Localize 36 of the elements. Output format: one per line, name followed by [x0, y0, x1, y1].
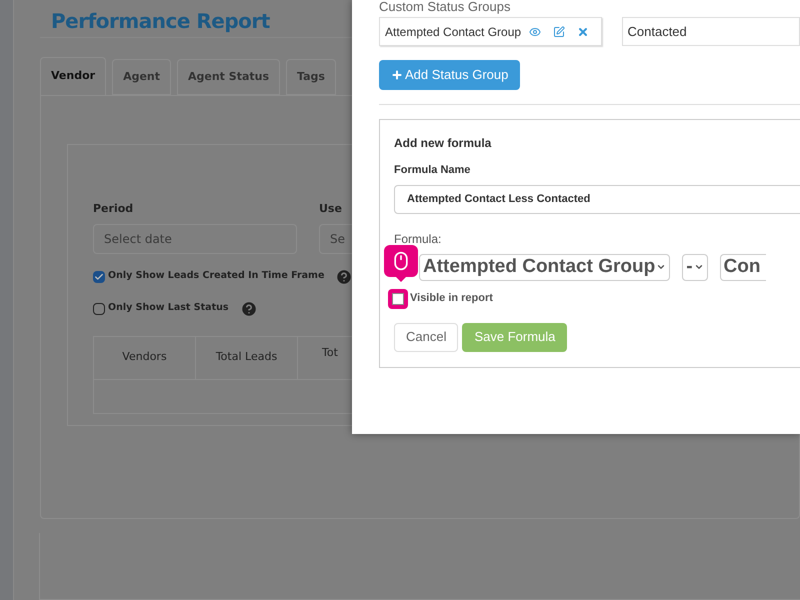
delete-icon[interactable]	[576, 26, 588, 38]
filter-label: Period	[93, 201, 134, 217]
field-label: Formula:	[394, 230, 442, 248]
chevron-icon	[656, 262, 666, 272]
report-tab[interactable]: Vendor	[40, 57, 106, 95]
click-marker-icon	[384, 245, 418, 282]
edit-icon[interactable]	[552, 26, 564, 38]
panel-title: Add new formula	[394, 135, 492, 152]
checkbox-label: Visible in report	[410, 291, 493, 306]
report-tab[interactable]: Agent	[112, 59, 171, 95]
formula-select[interactable]: -	[682, 254, 708, 280]
help-icon[interactable]	[335, 268, 354, 286]
report-tab[interactable]: Tags	[286, 59, 336, 95]
status-group-chip: Contacted	[622, 17, 800, 46]
column-header: Vendors	[94, 336, 196, 378]
filter-field[interactable]: Select date	[93, 224, 297, 254]
column-header: Total Leads	[196, 336, 298, 378]
page-title: Performance Report	[51, 8, 271, 35]
group-name: Attempted Contact Group	[385, 24, 522, 40]
add-status-group-button[interactable]: Add Status Group	[379, 60, 520, 90]
view-icon[interactable]	[528, 26, 540, 38]
plus-icon	[391, 69, 403, 81]
cancel-button[interactable]: Cancel	[394, 322, 458, 352]
checkbox[interactable]	[392, 292, 404, 304]
checkbox[interactable]	[93, 302, 105, 314]
checkbox[interactable]	[93, 270, 105, 282]
field-label: Formula Name	[394, 163, 472, 178]
formula-select[interactable]: Attempted Contact Group	[419, 254, 670, 280]
formula-name-field[interactable]: Attempted Contact Less Contacted	[394, 184, 800, 214]
chevron-icon	[694, 262, 704, 272]
filter-label: Use	[319, 201, 343, 217]
formula-select[interactable]: Con	[720, 254, 766, 280]
report-tab[interactable]: Agent Status	[177, 59, 280, 95]
section-label: Custom Status Groups	[379, 0, 512, 16]
checkbox-label: Only Show Last Status	[108, 301, 229, 316]
checkbox-label: Only Show Leads Created In Time Frame	[108, 269, 324, 284]
